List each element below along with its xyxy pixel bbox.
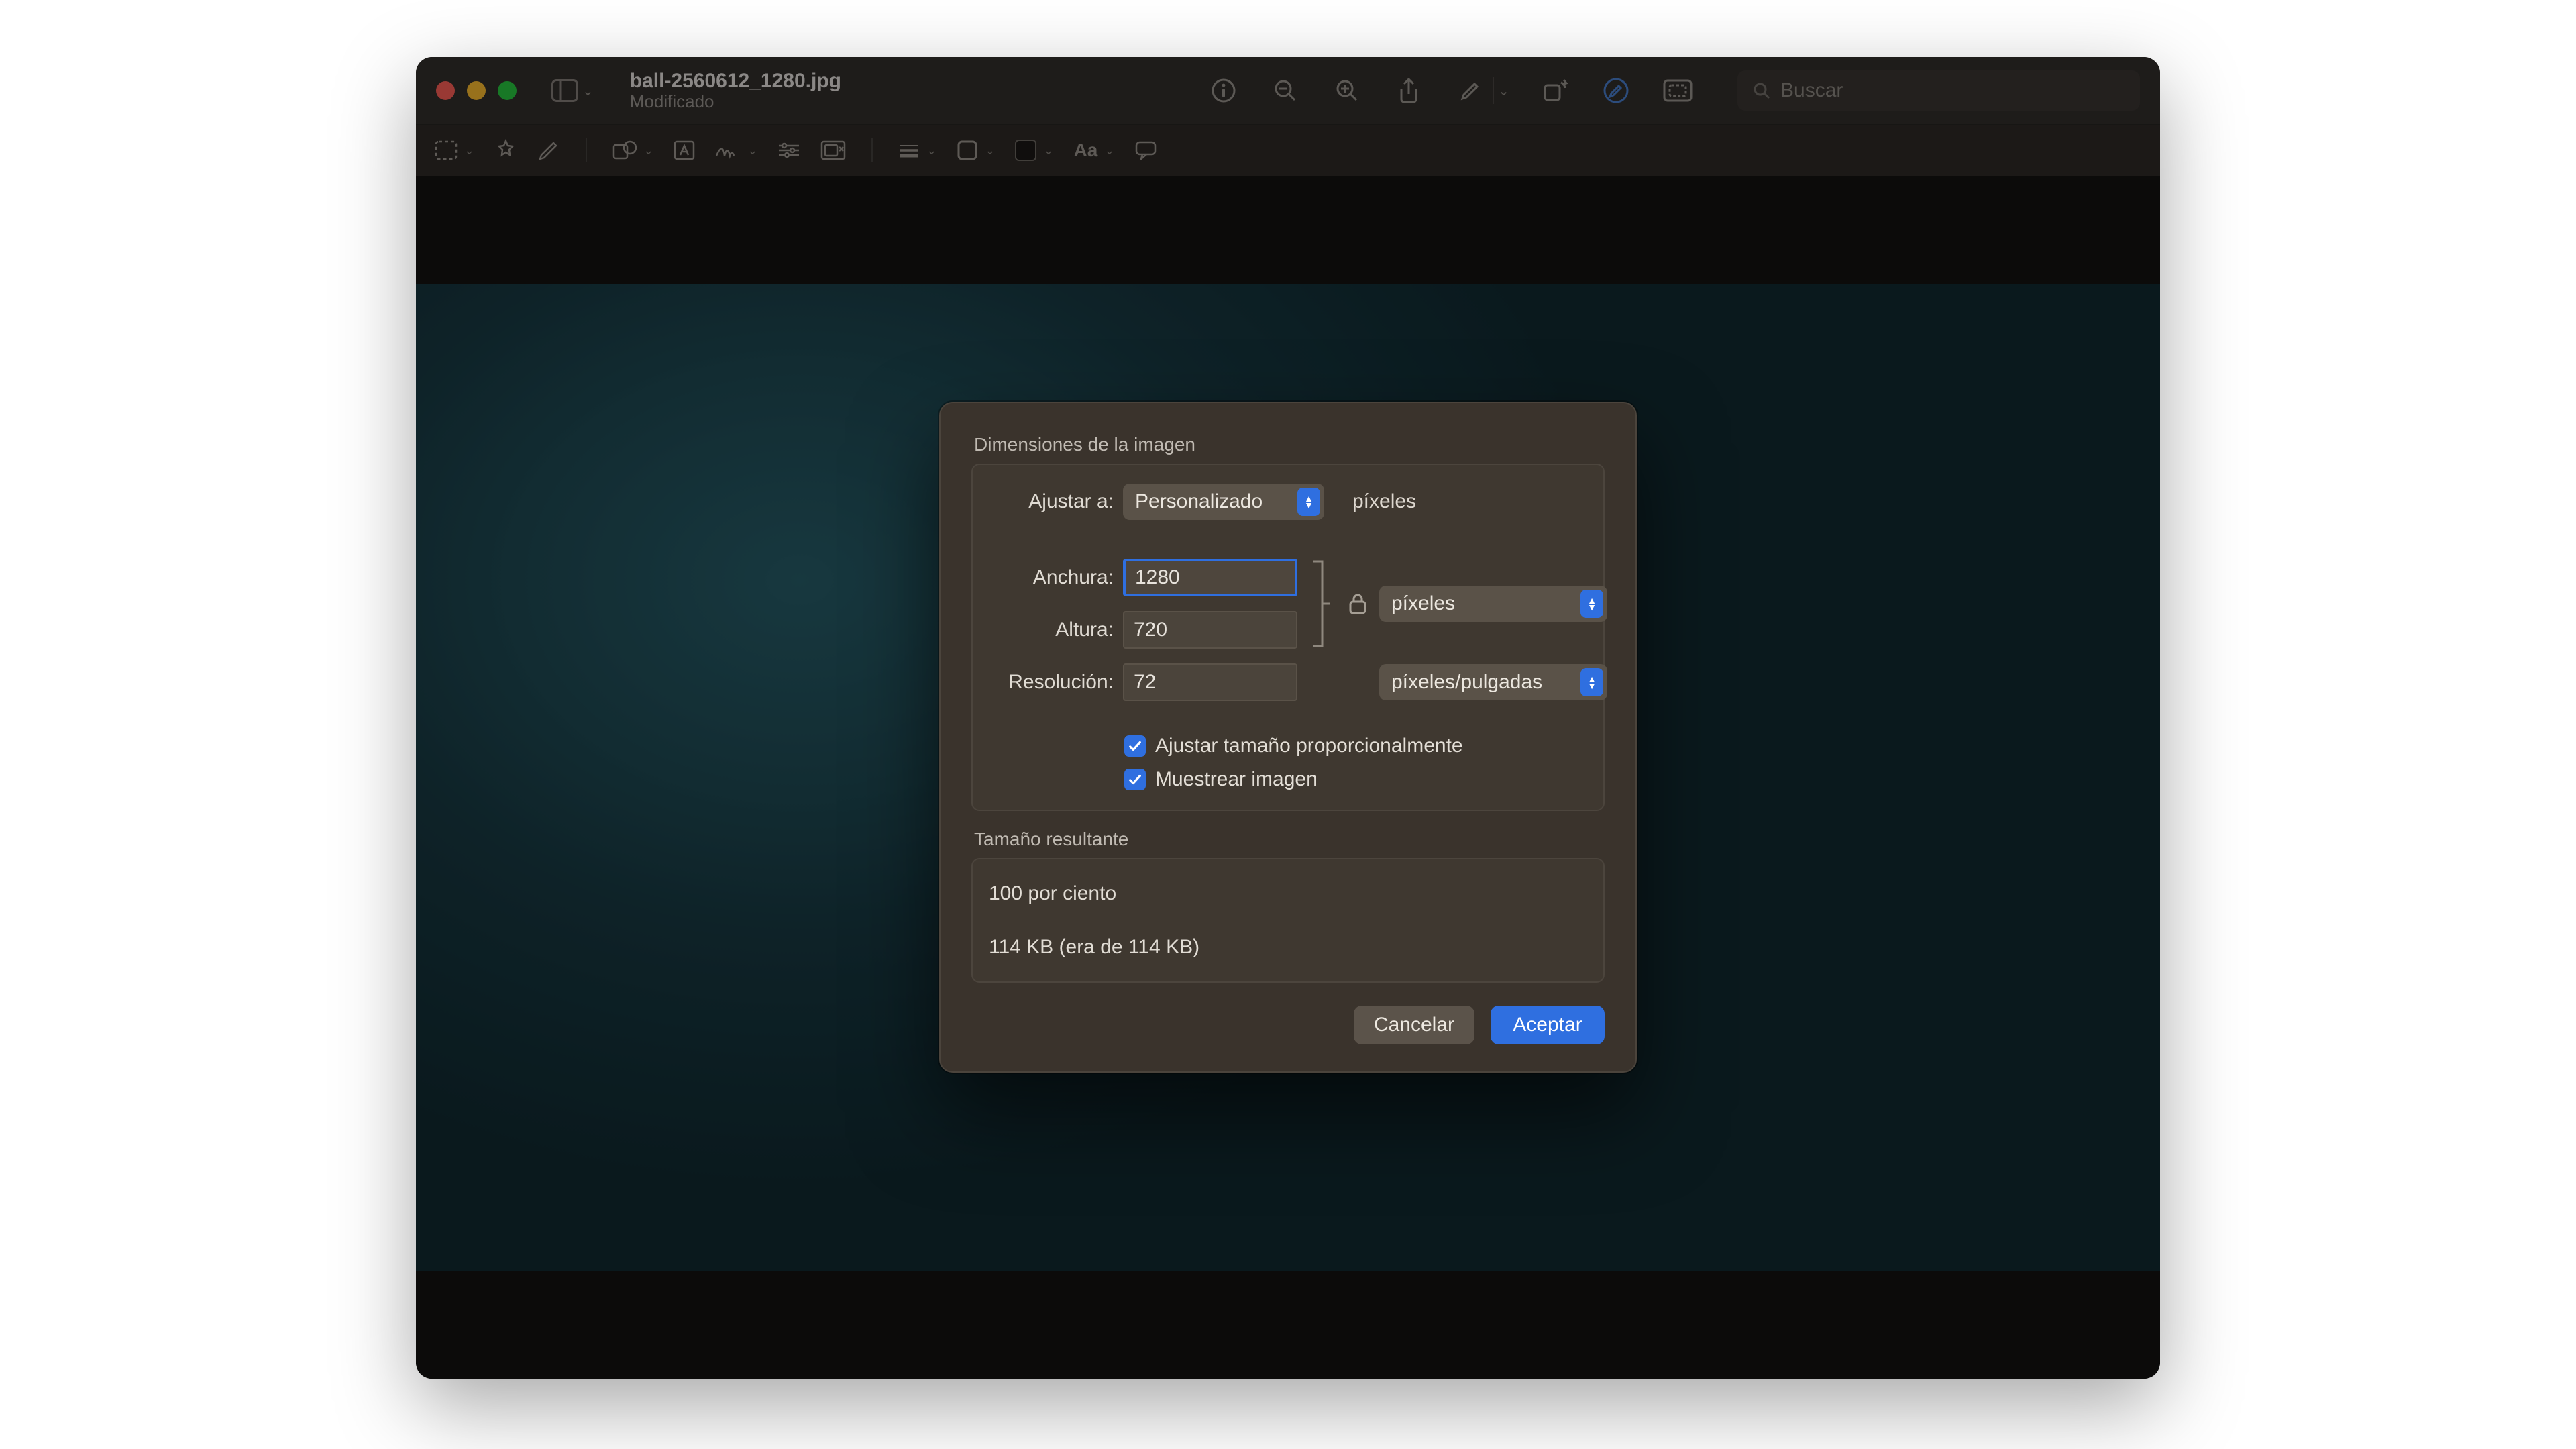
select-arrows-icon: ▲▼: [1297, 488, 1320, 516]
selection-tool-icon[interactable]: [435, 137, 458, 164]
chevron-down-icon[interactable]: ⌄: [464, 144, 474, 158]
resample-image-label: Muestrear imagen: [1155, 768, 1318, 791]
letterbox: [416, 176, 2160, 284]
chevron-down-icon[interactable]: ⌄: [1498, 83, 1509, 99]
border-color-icon[interactable]: [957, 137, 978, 164]
chevron-down-icon[interactable]: ⌄: [747, 144, 757, 158]
text-tool-icon[interactable]: [674, 137, 695, 164]
window-title: ball-2560612_1280.jpg Modificado: [630, 70, 841, 111]
fullscreen-window-button[interactable]: [498, 81, 517, 100]
dimensions-section-label: Dimensiones de la imagen: [974, 434, 1605, 455]
result-group: 100 por ciento 114 KB (era de 114 KB): [971, 858, 1605, 983]
highlight-button[interactable]: ⌄: [1454, 74, 1509, 107]
text-style-icon[interactable]: Aa: [1074, 137, 1098, 164]
resolution-unit-select[interactable]: píxeles/pulgadas ▲▼: [1379, 664, 1607, 700]
chevron-down-icon[interactable]: ⌄: [643, 144, 653, 158]
filename-label: ball-2560612_1280.jpg: [630, 70, 841, 92]
divider: [586, 138, 587, 162]
search-input[interactable]: Buscar: [1737, 70, 2140, 111]
shapes-tool-icon[interactable]: [612, 137, 637, 164]
width-label: Anchura:: [993, 566, 1114, 589]
accept-button-label: Aceptar: [1513, 1014, 1582, 1036]
resolution-input[interactable]: 72: [1123, 663, 1297, 701]
height-label: Altura:: [993, 619, 1114, 641]
line-style-icon[interactable]: [898, 137, 920, 164]
height-input[interactable]: 720: [1123, 611, 1297, 649]
adjust-color-icon[interactable]: [777, 137, 800, 164]
adjust-size-dialog: Dimensiones de la imagen Ajustar a: Pers…: [939, 402, 1637, 1073]
aspect-lock-icon[interactable]: [1346, 592, 1370, 615]
chevron-down-icon[interactable]: ⌄: [985, 144, 995, 158]
divider: [871, 138, 873, 162]
crop-icon[interactable]: [1661, 74, 1695, 107]
rotate-icon[interactable]: [1538, 74, 1571, 107]
markup-toolbar: ⌄ ⌄ ⌄: [416, 124, 2160, 176]
zoom-in-icon[interactable]: [1330, 74, 1364, 107]
draw-tool-icon[interactable]: [537, 137, 560, 164]
highlighter-icon: [1454, 74, 1487, 107]
resample-image-checkbox[interactable]: Muestrear imagen: [1124, 768, 1607, 791]
close-window-button[interactable]: [436, 81, 455, 100]
checkbox-checked-icon: [1124, 735, 1146, 757]
instant-alpha-icon[interactable]: [494, 137, 517, 164]
fill-color-icon[interactable]: [1015, 137, 1036, 164]
select-arrows-icon: ▲▼: [1580, 668, 1603, 696]
chevron-down-icon: ⌄: [582, 83, 594, 99]
resolution-label: Resolución:: [993, 671, 1114, 694]
fit-to-label: Ajustar a:: [993, 490, 1114, 513]
checkbox-checked-icon: [1124, 769, 1146, 790]
fit-to-select[interactable]: Personalizado ▲▼: [1123, 484, 1324, 520]
info-icon[interactable]: [1207, 74, 1240, 107]
height-value: 720: [1134, 619, 1167, 641]
result-size-label: 114 KB (era de 114 KB): [989, 936, 1587, 959]
scale-proportionally-label: Ajustar tamaño proporcionalmente: [1155, 735, 1463, 757]
sidebar-icon: [551, 79, 578, 102]
preview-app-window: ⌄ ball-2560612_1280.jpg Modificado: [416, 57, 2160, 1379]
accept-button[interactable]: Aceptar: [1491, 1006, 1605, 1044]
image-canvas: Dimensiones de la imagen Ajustar a: Pers…: [416, 176, 2160, 1379]
titlebar-tools: ⌄: [1207, 74, 1695, 107]
modified-label: Modificado: [630, 92, 841, 111]
search-icon: [1752, 81, 1771, 100]
width-value: 1280: [1135, 566, 1180, 589]
resolution-value: 72: [1134, 671, 1156, 694]
fit-unit-label: píxeles: [1352, 490, 1607, 513]
window-controls: [436, 81, 517, 100]
sign-tool-icon[interactable]: [715, 137, 741, 164]
titlebar: ⌄ ball-2560612_1280.jpg Modificado: [416, 57, 2160, 124]
scale-proportionally-checkbox[interactable]: Ajustar tamaño proporcionalmente: [1124, 735, 1607, 757]
zoom-out-icon[interactable]: [1269, 74, 1302, 107]
cancel-button-label: Cancelar: [1374, 1014, 1454, 1036]
divider: [1493, 77, 1494, 104]
select-arrows-icon: ▲▼: [1580, 590, 1603, 618]
chevron-down-icon[interactable]: ⌄: [926, 144, 936, 158]
share-icon[interactable]: [1392, 74, 1426, 107]
chevron-down-icon[interactable]: ⌄: [1043, 144, 1053, 158]
annotate-icon[interactable]: [1134, 137, 1157, 164]
chevron-down-icon[interactable]: ⌄: [1104, 144, 1114, 158]
adjust-size-icon[interactable]: [820, 137, 846, 164]
resolution-unit-value: píxeles/pulgadas: [1391, 671, 1542, 694]
markup-toggle-icon[interactable]: [1599, 74, 1633, 107]
cancel-button[interactable]: Cancelar: [1354, 1006, 1474, 1044]
search-placeholder: Buscar: [1780, 79, 1843, 102]
fit-to-select-value: Personalizado: [1135, 490, 1263, 513]
dimensions-group: Ajustar a: Personalizado ▲▼ píxeles Anch…: [971, 464, 1605, 811]
result-section-label: Tamaño resultante: [974, 828, 1605, 850]
minimize-window-button[interactable]: [467, 81, 486, 100]
result-percent-label: 100 por ciento: [989, 882, 1587, 905]
aspect-link-bracket-icon: [1307, 560, 1336, 647]
dimension-unit-select[interactable]: píxeles ▲▼: [1379, 586, 1607, 622]
sidebar-toggle-button[interactable]: ⌄: [551, 79, 594, 102]
dimension-unit-value: píxeles: [1391, 592, 1455, 615]
letterbox: [416, 1271, 2160, 1379]
width-input[interactable]: 1280: [1123, 559, 1297, 596]
